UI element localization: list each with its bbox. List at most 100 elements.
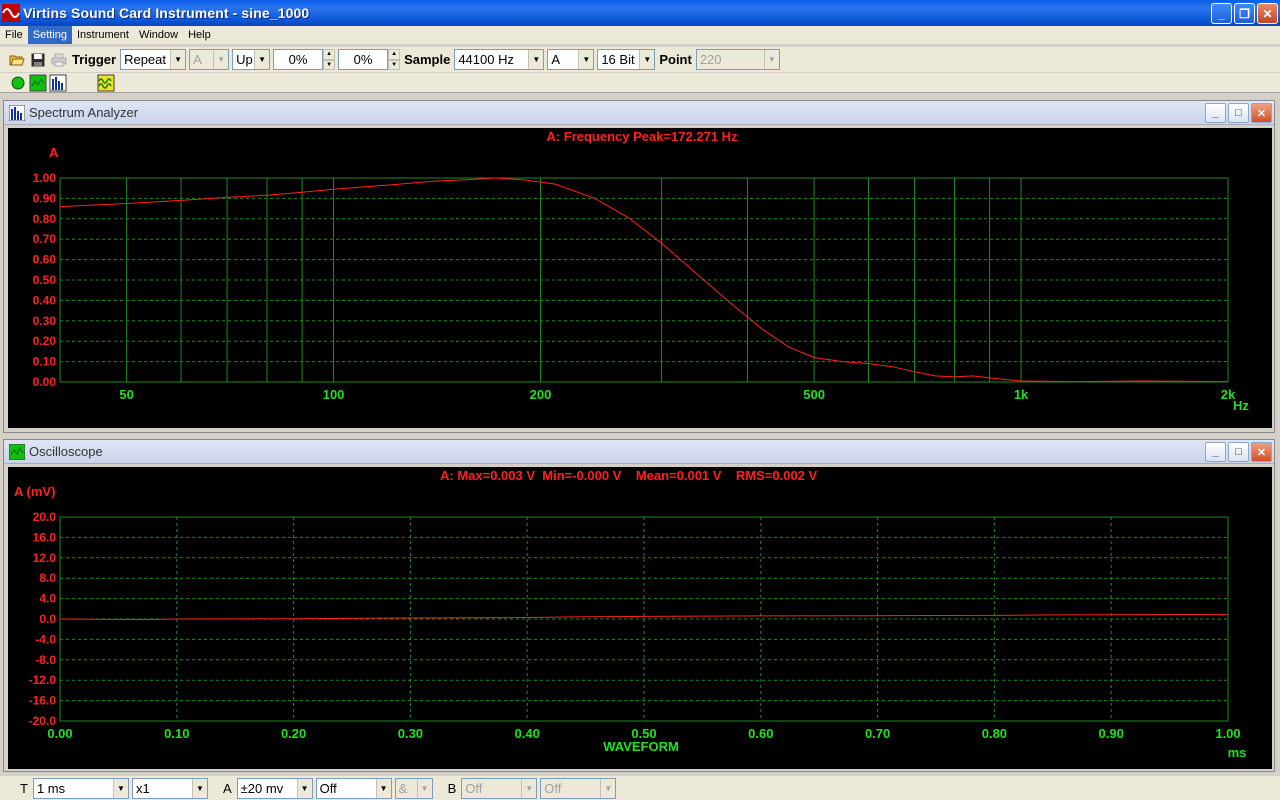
- y-tick-label: 20.0: [33, 510, 57, 524]
- y-tick-label: 8.0: [39, 571, 56, 585]
- menu-window[interactable]: Window: [134, 26, 183, 44]
- chevron-down-icon: ▼: [170, 50, 186, 69]
- y-tick-label: 12.0: [33, 551, 57, 565]
- spectrum-analyzer-icon[interactable]: [49, 74, 67, 92]
- spectrum-maximize-button[interactable]: □: [1228, 103, 1249, 123]
- chevron-down-icon: ▼: [521, 778, 537, 798]
- app-sine-icon: [2, 4, 20, 22]
- spectrum-close-button[interactable]: ✕: [1251, 103, 1272, 123]
- x-tick-label: 200: [530, 387, 552, 402]
- trigger-channel-select[interactable]: A ▼: [189, 49, 230, 70]
- oscilloscope-icon[interactable]: [29, 74, 47, 92]
- y-tick-label: 0.90: [33, 191, 57, 205]
- x-tick-label: 1k: [1014, 387, 1029, 402]
- chevron-down-icon: ▼: [375, 778, 391, 798]
- spectrum-title-bar: Spectrum Analyzer _ □ ✕: [4, 101, 1274, 125]
- x-tick-label: 0.70: [865, 726, 890, 741]
- oscilloscope-title-bar: Oscilloscope _ □ ✕: [4, 440, 1274, 464]
- x-tick-label: 500: [803, 387, 825, 402]
- b-mode-select[interactable]: Off ▼: [540, 777, 617, 799]
- window-title: Virtins Sound Card Instrument - sine_100…: [23, 5, 310, 21]
- signal-generator-icon[interactable]: [97, 74, 115, 92]
- menu-setting[interactable]: Setting: [27, 26, 72, 44]
- main-toolbar: Trigger Repeat ▼ A ▼ Up ▼ 0% ▲ ▼ 0% ▲ ▼ Sa…: [0, 47, 1280, 72]
- x-tick-label: 0.30: [398, 726, 423, 741]
- spectrum-plot-area[interactable]: A: Frequency Peak=172.271 Hz A Hz 1.00 0.…: [8, 128, 1272, 428]
- a-mode-select[interactable]: Off ▼: [315, 777, 392, 799]
- spin-up-icon[interactable]: ▲: [323, 49, 336, 60]
- x-tick-label: 0.40: [515, 726, 540, 741]
- x-tick-label: 0.00: [47, 726, 72, 741]
- x-tick-label: 0.80: [982, 726, 1007, 741]
- close-button[interactable]: ✕: [1257, 3, 1278, 24]
- y-tick-label: -16.0: [29, 694, 57, 708]
- spectrum-analyzer-window: Spectrum Analyzer _ □ ✕ A: Frequency Pea…: [3, 100, 1275, 433]
- menu-bar: File Setting Instrument Window Help: [0, 26, 1280, 44]
- chevron-down-icon: ▼: [763, 50, 779, 69]
- minimize-button[interactable]: _: [1211, 3, 1232, 24]
- x-tick-label: 50: [119, 387, 133, 402]
- point-select[interactable]: 220 ▼: [695, 49, 780, 70]
- y-tick-label: 0.20: [33, 334, 57, 348]
- restore-button[interactable]: ❐: [1234, 3, 1255, 24]
- chevron-down-icon: ▼: [639, 50, 655, 69]
- b-range-select[interactable]: Off ▼: [461, 777, 538, 799]
- y-tick-label: 4.0: [39, 592, 56, 606]
- record-start-icon[interactable]: [9, 74, 27, 92]
- trigger-delay-stepper[interactable]: 0% ▲ ▼: [338, 49, 401, 70]
- menu-instrument[interactable]: Instrument: [72, 26, 134, 44]
- oscilloscope-icon: [9, 443, 25, 460]
- spectrum-window-title: Spectrum Analyzer: [29, 105, 139, 120]
- spectrum-info-text: A: Frequency Peak=172.271 Hz: [546, 129, 738, 144]
- oscilloscope-plot-area[interactable]: A: Max=0.003 V Min=-0.000 V Mean=0.001 V…: [8, 467, 1272, 769]
- zoom-select[interactable]: x1 ▼: [131, 777, 208, 799]
- open-folder-icon[interactable]: [8, 51, 26, 69]
- combine-select[interactable]: & ▼: [394, 777, 433, 799]
- spectrum-chart: A: Frequency Peak=172.271 Hz A Hz 1.00 0.…: [33, 129, 1250, 413]
- oscilloscope-x-title: WAVEFORM: [603, 739, 679, 754]
- instrument-toolbar: [0, 73, 1280, 93]
- chevron-down-icon: ▼: [416, 778, 432, 798]
- oscilloscope-maximize-button[interactable]: □: [1228, 442, 1249, 462]
- point-label: Point: [659, 52, 692, 67]
- print-icon[interactable]: [50, 51, 68, 69]
- a-range-select[interactable]: ±20 mv ▼: [236, 777, 313, 799]
- trigger-mode-select[interactable]: Repeat ▼: [120, 49, 187, 70]
- spin-up-icon[interactable]: ▲: [388, 49, 401, 60]
- sample-rate-select[interactable]: 44100 Hz ▼: [454, 49, 545, 70]
- title-bar: Virtins Sound Card Instrument - sine_100…: [0, 0, 1280, 26]
- channel-select[interactable]: A ▼: [547, 49, 595, 70]
- chevron-down-icon: ▼: [213, 50, 229, 69]
- spectrum-y-axis-label: A: [49, 145, 59, 160]
- oscilloscope-x-unit-label: ms: [1228, 745, 1247, 760]
- chevron-down-icon: ▼: [578, 50, 594, 69]
- menu-file[interactable]: File: [0, 26, 28, 44]
- timebase-select[interactable]: 1 ms ▼: [32, 777, 129, 799]
- oscilloscope-close-button[interactable]: ✕: [1251, 442, 1272, 462]
- oscilloscope-y-axis-label: A (mV): [14, 484, 55, 499]
- x-tick-label: 2k: [1221, 387, 1236, 402]
- trigger-level-stepper[interactable]: 0% ▲ ▼: [273, 49, 336, 70]
- y-tick-label: 0.70: [33, 232, 57, 246]
- chevron-down-icon: ▼: [191, 778, 207, 798]
- spin-down-icon[interactable]: ▼: [323, 59, 336, 70]
- bottom-toolbar: T 1 ms ▼ x1 ▼ A ±20 mv ▼ Off ▼ & ▼ B Off…: [0, 776, 1280, 800]
- a-label: A: [222, 780, 232, 796]
- chevron-down-icon: ▼: [600, 778, 616, 798]
- chevron-down-icon: ▼: [528, 50, 544, 69]
- spectrum-minimize-button[interactable]: _: [1205, 103, 1226, 123]
- save-disk-icon[interactable]: [29, 51, 47, 69]
- bit-depth-select[interactable]: 16 Bit ▼: [597, 49, 656, 70]
- y-tick-label: 1.00: [33, 171, 57, 185]
- oscilloscope-minimize-button[interactable]: _: [1205, 442, 1226, 462]
- y-tick-label: 0.40: [33, 293, 57, 307]
- spin-down-icon[interactable]: ▼: [388, 59, 401, 70]
- x-tick-label: 1.00: [1215, 726, 1240, 741]
- x-tick-label: 0.10: [164, 726, 189, 741]
- b-label: B: [447, 780, 457, 796]
- y-tick-label: 0.50: [33, 273, 57, 287]
- menu-help[interactable]: Help: [183, 26, 216, 44]
- y-tick-label: 0.60: [33, 253, 57, 267]
- y-tick-label: 0.00: [33, 375, 57, 389]
- trigger-edge-select[interactable]: Up ▼: [232, 49, 271, 70]
